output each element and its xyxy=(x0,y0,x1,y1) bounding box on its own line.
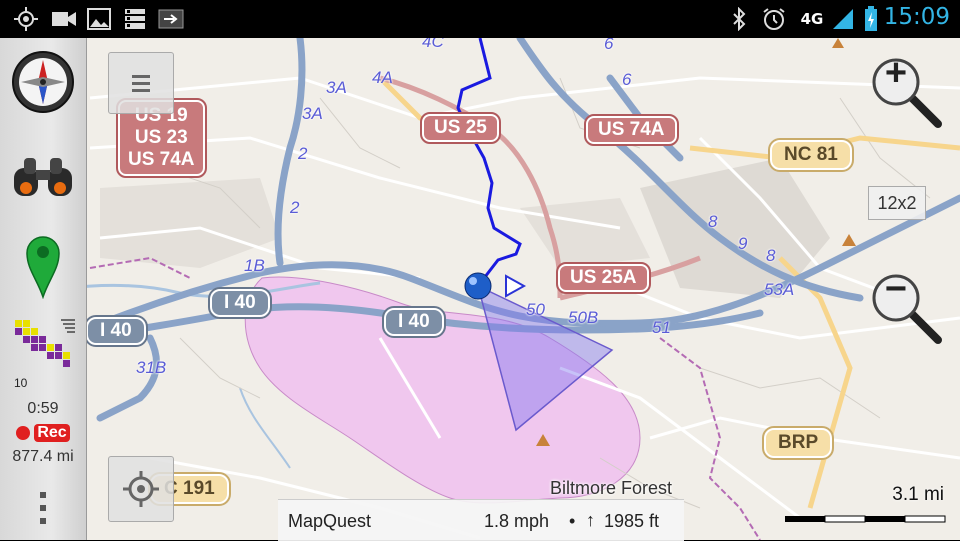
zoom-in-label: + xyxy=(884,52,908,94)
tile-level-label: 10 xyxy=(14,376,28,390)
usb-arrow-icon xyxy=(158,6,184,32)
map-pin-icon xyxy=(26,236,60,299)
menu-dots-icon xyxy=(40,492,46,524)
altitude-value: 1985 ft xyxy=(604,511,660,531)
clock: 15:09 xyxy=(883,4,950,30)
current-location-dot xyxy=(464,272,492,300)
menu-icon xyxy=(132,75,150,92)
overflow-menu-button[interactable] xyxy=(6,486,80,530)
shield-us-74a: US 74A xyxy=(584,114,679,146)
shield-nc-81: NC 81 xyxy=(768,138,854,172)
shield-us-25a: US 25A xyxy=(556,262,651,294)
exit-label: 50 xyxy=(526,300,545,319)
shield-us-23: US 23 xyxy=(134,127,188,148)
compass-icon xyxy=(12,51,74,113)
exit-label: 6 xyxy=(622,70,632,89)
record-label: Rec xyxy=(34,424,70,442)
exit-label: 53A xyxy=(764,280,795,299)
track-distance: 877.4 mi xyxy=(12,448,74,465)
record-dot-icon xyxy=(16,426,31,440)
speed-value: 1.8 mph xyxy=(484,511,550,531)
exit-label: 3A xyxy=(302,104,323,123)
zoom-in-button[interactable]: + xyxy=(868,52,946,132)
exit-label: 2 xyxy=(290,198,300,217)
scale-bar xyxy=(785,515,946,523)
zoom-out-label: − xyxy=(884,268,908,310)
exit-label: 8 xyxy=(766,246,776,265)
exit-label: 6 xyxy=(604,38,614,53)
separator-dot: • xyxy=(569,511,576,531)
exit-label: 3A xyxy=(326,78,347,97)
exit-label: 8 xyxy=(708,212,718,231)
zoom-out-button[interactable]: − xyxy=(868,268,946,348)
status-bar: 4G 15:09 xyxy=(0,0,960,38)
exit-label: 4A xyxy=(372,68,393,87)
place-label: Biltmore Forest xyxy=(550,478,673,498)
binoculars-icon xyxy=(14,158,72,196)
shield-i40-edge: I 40 xyxy=(84,315,148,347)
shield-us-25: US 25 xyxy=(420,112,501,144)
compass-button[interactable] xyxy=(6,44,80,120)
bluetooth-icon xyxy=(728,6,750,32)
heading-arrow-icon xyxy=(505,274,527,298)
track-time: 0:59 xyxy=(27,400,59,417)
tile-grid-icon xyxy=(15,319,75,367)
exit-label: 50B xyxy=(568,308,599,327)
map-menu-button[interactable] xyxy=(108,52,174,114)
video-camera-icon xyxy=(50,6,78,32)
exit-label: 51 xyxy=(652,318,671,337)
shield-brp: BRP xyxy=(761,426,835,460)
exit-label: 2 xyxy=(298,144,308,163)
tile-grid-button[interactable]: 10 xyxy=(6,312,80,390)
exit-label: 4C xyxy=(422,38,444,51)
gps-icon xyxy=(12,6,40,32)
altitude-arrow-icon: ↑ xyxy=(586,510,595,530)
image-icon xyxy=(86,6,112,32)
map-view[interactable]: US 19 US 23 US 74A US 25 US 74A US 25A N… xyxy=(0,38,960,540)
signal-icon xyxy=(830,6,856,32)
zoom-level-badge: 12x2 xyxy=(868,186,926,220)
scale-label: 3.1 mi xyxy=(892,484,944,505)
binoculars-button[interactable] xyxy=(6,142,80,212)
battery-charging-icon xyxy=(862,6,880,32)
exit-label: 1B xyxy=(244,256,265,275)
waypoint-button[interactable] xyxy=(6,228,80,304)
exit-label: 31B xyxy=(136,358,167,377)
shield-i40-center: I 40 xyxy=(382,306,446,338)
center-location-button[interactable] xyxy=(108,456,174,522)
map-provider-label: MapQuest xyxy=(288,511,372,531)
shield-us-74a-stack: US 74A xyxy=(128,149,195,170)
record-indicator[interactable]: Rec xyxy=(0,424,86,442)
exit-label: 9 xyxy=(738,234,748,253)
shield-i40-west: I 40 xyxy=(208,287,272,319)
left-toolbar: 10 0:59 Rec 877.4 mi xyxy=(0,38,87,540)
alarm-icon xyxy=(760,6,788,32)
gps-track xyxy=(456,38,522,287)
storage-icon xyxy=(122,6,148,32)
4g-icon: 4G xyxy=(800,10,824,28)
info-bar: MapQuest 1.8 mph • ↑ 1985 ft xyxy=(278,499,684,541)
crosshair-icon xyxy=(123,471,159,507)
